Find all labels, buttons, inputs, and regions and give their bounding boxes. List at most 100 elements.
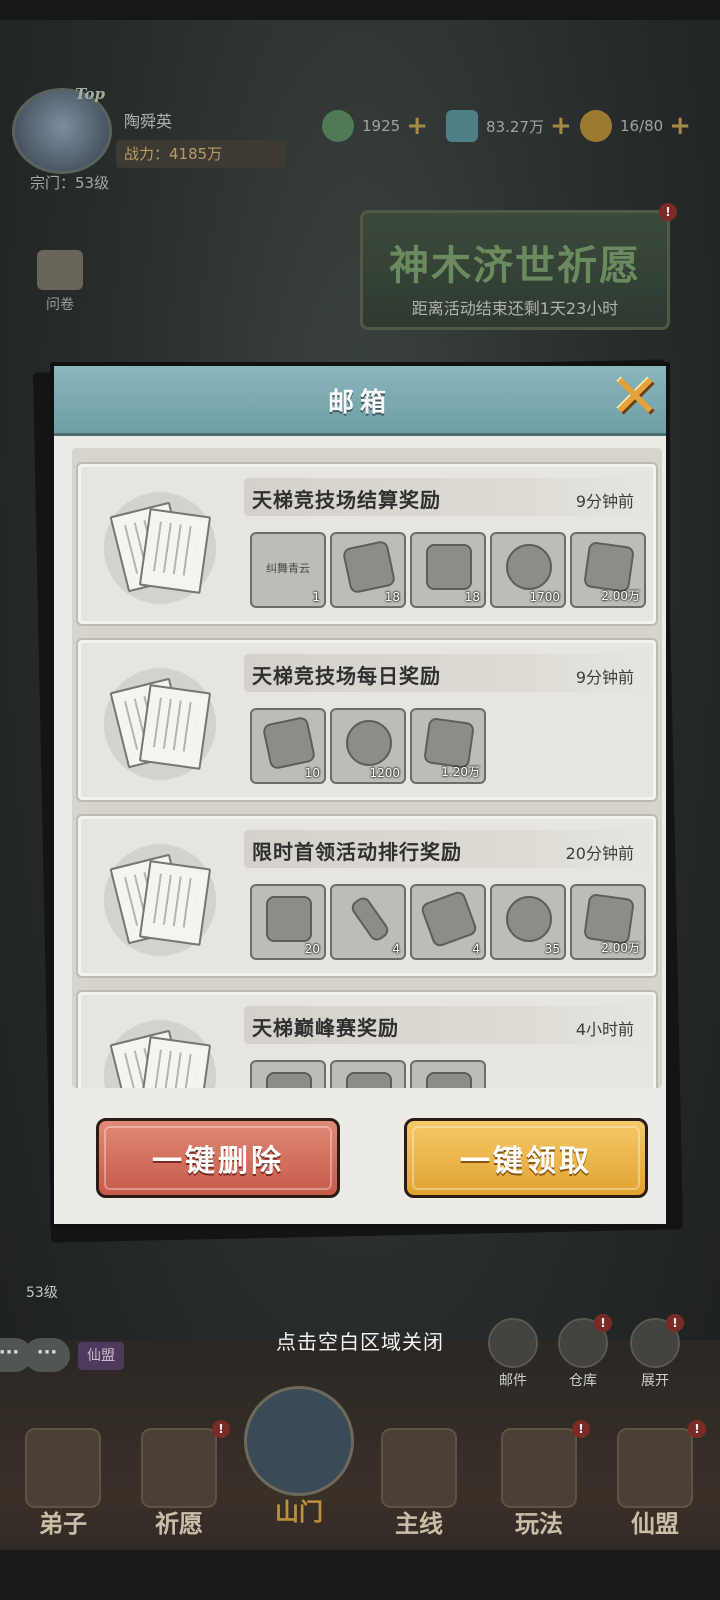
reward-qty: 1.20万 [441, 765, 480, 779]
dialog-header: 邮箱 [54, 366, 666, 436]
sword-medal-icon [506, 544, 552, 590]
warehouse-alert-badge: ! [594, 1314, 612, 1332]
reward-slot[interactable]: 35 [490, 884, 566, 960]
mail-item[interactable]: 天梯巅峰赛奖励 4小时前 [76, 990, 658, 1088]
reward-slot[interactable]: 2.00万 [570, 884, 646, 960]
close-hint[interactable]: 点击空白区域关闭 [0, 1326, 720, 1355]
status-bar [0, 0, 720, 20]
mail-time: 20分钟前 [565, 844, 634, 863]
stamina-peach-icon [580, 110, 612, 142]
reward-qty: 20 [304, 942, 320, 956]
reward-qty: 10 [304, 766, 320, 780]
nav-alliance[interactable]: 仙盟 ! [600, 1420, 710, 1550]
event-title: 神木济世祈愿 [389, 242, 641, 289]
nav-main-quest[interactable]: 主线 [364, 1420, 474, 1550]
resource-stamina[interactable]: 16/80 + [580, 110, 691, 142]
quick-button-expand[interactable]: 展开 ! [626, 1314, 684, 1390]
nav-wish[interactable]: 祈愿 ! [124, 1420, 234, 1550]
alliance-icon [617, 1428, 693, 1508]
nav-disciples[interactable]: 弟子 [8, 1420, 118, 1550]
letter-icon [104, 844, 216, 956]
player-avatar[interactable]: Top [12, 85, 112, 174]
reward-slot[interactable]: 2.00万 [570, 532, 646, 608]
mail-dialog: 邮箱 天梯竞技场结算奖励 9分钟前 纠舞青云 1 18 18 1700 2.00… [32, 359, 684, 1243]
close-icon[interactable]: ✕ [604, 366, 666, 428]
nav-mountain-gate[interactable]: 山门 [244, 1386, 354, 1550]
reward-slot[interactable]: 纠舞青云 1 [250, 532, 326, 608]
wish-alert-badge: ! [212, 1420, 230, 1438]
mail-title: 天梯竞技场每日奖励 [252, 664, 441, 688]
side-button-survey[interactable]: 问卷 [30, 250, 90, 314]
nav-label: 祈愿 [155, 1509, 203, 1538]
letter-icon [104, 492, 216, 604]
disciple-icon [25, 1428, 101, 1508]
mail-item[interactable]: 天梯竞技场每日奖励 9分钟前 10 1200 1.20万 [76, 638, 658, 802]
reward-slot[interactable] [250, 1060, 326, 1088]
sword-medal-icon [346, 720, 392, 766]
bottom-nav: 弟子 祈愿 ! 山门 主线 玩法 ! 仙盟 ! [0, 1386, 720, 1550]
mail-item[interactable]: 天梯竞技场结算奖励 9分钟前 纠舞青云 1 18 18 1700 2.00万 [76, 462, 658, 626]
player-name: 陶舜英 [124, 112, 173, 131]
event-banner[interactable]: 神木济世祈愿 距离活动结束还剩1天23小时 ! [360, 203, 677, 330]
reward-slot[interactable]: 1200 [330, 708, 406, 784]
reward-qty: 1 [312, 590, 320, 604]
title-plaque-icon: 纠舞青云 [266, 562, 310, 575]
quick-button-label: 仓库 [569, 1373, 597, 1389]
delete-all-button[interactable]: 一键删除 [96, 1118, 340, 1198]
reward-qty: 35 [544, 942, 560, 956]
reward-qty: 2.00万 [601, 941, 640, 955]
resource-value: 16/80 [620, 117, 664, 135]
resource-jade[interactable]: 1925 + [322, 110, 428, 142]
reward-slot[interactable]: 20 [250, 884, 326, 960]
reward-qty: 1700 [529, 590, 560, 604]
star-coin-icon [506, 896, 552, 942]
reward-qty: 1200 [369, 766, 400, 780]
reward-slot[interactable]: 10 [250, 708, 326, 784]
mail-list-area[interactable]: 天梯竞技场结算奖励 9分钟前 纠舞青云 1 18 18 1700 2.00万 天… [72, 448, 662, 1088]
quick-button-mail[interactable]: 邮件 [484, 1318, 542, 1390]
reward-slot[interactable]: 4 [410, 884, 486, 960]
reward-icon [266, 1072, 312, 1088]
nav-label: 主线 [395, 1509, 443, 1538]
mountain-gate-icon [244, 1386, 354, 1496]
claim-all-button[interactable]: 一键领取 [404, 1118, 648, 1198]
reward-slot[interactable] [330, 1060, 406, 1088]
add-spirit-stone-icon[interactable]: + [550, 111, 572, 141]
add-jade-icon[interactable]: + [406, 111, 428, 141]
alliance-alert-badge: ! [688, 1420, 706, 1438]
quick-button-warehouse[interactable]: 仓库 ! [554, 1314, 612, 1390]
reward-list: 20 4 4 35 2.00万 [250, 884, 650, 960]
mail-item[interactable]: 限时首领活动排行奖励 20分钟前 20 4 4 35 2.00万 [76, 814, 658, 978]
spirit-stone-icon [423, 717, 475, 769]
mail-title: 天梯竞技场结算奖励 [252, 488, 441, 512]
mail-title: 天梯巅峰赛奖励 [252, 1016, 399, 1040]
nav-gameplay[interactable]: 玩法 ! [484, 1420, 594, 1550]
reward-slot[interactable]: 18 [330, 532, 406, 608]
reward-slot[interactable]: 4 [330, 884, 406, 960]
side-button-label: 问卷 [46, 297, 74, 313]
jade-icon [322, 110, 354, 142]
event-timer: 距离活动结束还剩1天23小时 [411, 299, 619, 318]
resource-spirit-stone[interactable]: 83.27万 + [446, 110, 572, 142]
resource-value: 83.27万 [486, 117, 544, 136]
key-icon [348, 894, 392, 944]
nav-label: 玩法 [515, 1509, 563, 1538]
resource-value: 1925 [362, 117, 401, 135]
sect-level: 宗门：53级 [30, 174, 110, 192]
add-stamina-icon[interactable]: + [669, 111, 691, 141]
top-badge: Top [75, 85, 105, 103]
reward-icon [426, 1072, 472, 1088]
talisman-icon [419, 889, 479, 949]
reward-slot[interactable] [410, 1060, 486, 1088]
mail-icon [488, 1318, 538, 1368]
nav-label: 弟子 [39, 1509, 87, 1538]
reward-slot[interactable]: 1700 [490, 532, 566, 608]
reward-slot[interactable]: 18 [410, 532, 486, 608]
mail-title: 限时首领活动排行奖励 [252, 840, 462, 864]
ticket-icon [341, 539, 397, 595]
reward-slot[interactable]: 1.20万 [410, 708, 486, 784]
reward-list [250, 1060, 490, 1088]
quick-button-label: 展开 [641, 1373, 669, 1389]
combat-power: 战力：4185万 [116, 140, 286, 168]
mystery-chest-icon [426, 544, 472, 590]
